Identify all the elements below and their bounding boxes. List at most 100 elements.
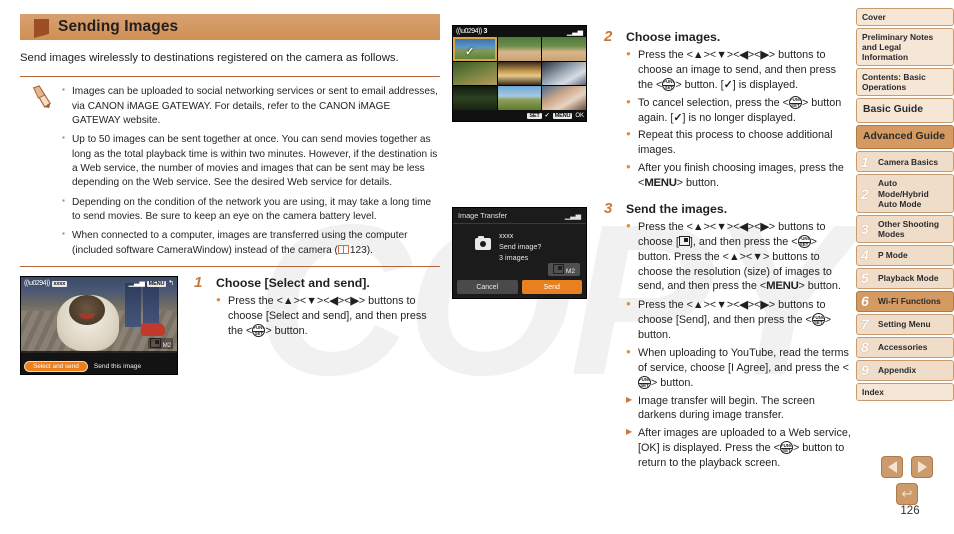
func-set-icon: FUNC SET: [797, 234, 811, 248]
sidebar-item-cover[interactable]: Cover: [856, 8, 954, 27]
sidebar-item-label: Setting Menu: [878, 319, 931, 330]
sidebar-item-wifi-functions[interactable]: 6 Wi-Fi Functions: [856, 290, 954, 312]
back-arrow-icon: ↰: [168, 280, 174, 288]
resolution-tag[interactable]: M2: [547, 263, 580, 276]
step-3-bullets: Press the <▲><▼><◀><▶> buttons to choose…: [626, 220, 852, 471]
step-3: 3 Send the images. Press the <▲><▼><◀><▶…: [602, 199, 852, 471]
cancel-button[interactable]: Cancel: [457, 280, 518, 294]
thumbnail-cell[interactable]: [497, 86, 542, 110]
select-and-send-screen[interactable]: ((\u0294)) xxxx ▁▃▅ MENU ↰ M2 Select and…: [20, 275, 178, 375]
dialog-buttons: Cancel Send: [457, 280, 582, 294]
sidebar-item-label: Other Shooting Modes: [878, 218, 939, 239]
sidebar-item-index[interactable]: Index: [856, 382, 954, 401]
sidebar-item-other-shooting-modes[interactable]: 3 Other Shooting Modes: [856, 214, 954, 243]
resize-icon: [149, 337, 161, 348]
sidebar-item-label: Index: [862, 386, 884, 397]
signal-bars-icon: ▁▃▅: [566, 28, 583, 36]
resize-icon: [678, 235, 690, 246]
sidebar-item-playback-mode[interactable]: 5 Playback Mode: [856, 267, 954, 289]
sidebar-item-auto-mode[interactable]: 2 Auto Mode/Hybrid Auto Mode: [856, 174, 954, 213]
next-page-button[interactable]: [911, 456, 933, 478]
sidebar-item-contents[interactable]: Contents: Basic Operations: [856, 68, 954, 97]
wifi-icon: ((\u0294)): [456, 28, 482, 35]
option-select-and-send[interactable]: Select and send: [24, 360, 88, 372]
note-item: Up to 50 images can be sent together at …: [62, 132, 440, 190]
sidebar-item-setting-menu[interactable]: 7 Setting Menu: [856, 313, 954, 335]
divider-bottom: [20, 265, 440, 267]
arrow-right-icon: [917, 461, 927, 473]
image-transfer-dialog-screen[interactable]: Image Transfer ▁▃▅ xxxx Send image? 3 im…: [452, 207, 587, 299]
ok-tag: OK: [575, 112, 584, 119]
bullet-item: Press the <▲><▼><◀><▶> buttons to choose…: [626, 48, 852, 93]
sidebar-item-preliminary-notes[interactable]: Preliminary Notes and Legal Information: [856, 28, 954, 67]
section-intro: Send images wirelessly to destinations r…: [20, 52, 399, 64]
sidebar-item-label: Wi-Fi Functions: [878, 296, 941, 307]
red-shoe: [141, 322, 165, 336]
arrow-left-icon: [887, 461, 897, 473]
sidebar-item-accessories[interactable]: 8 Accessories: [856, 336, 954, 358]
sidebar-item-label: Appendix: [878, 365, 917, 376]
resolution-value: M2: [565, 268, 575, 275]
step-2: 2 Choose images. Press the <▲><▼><◀><▶> …: [602, 28, 852, 192]
sidebar-item-label: Contents: Basic Operations: [862, 72, 926, 93]
step-title: Choose [Select and send].: [216, 275, 370, 290]
previous-page-button[interactable]: [881, 456, 903, 478]
dialog-title-bar: Image Transfer ▁▃▅: [453, 208, 586, 224]
sidebar-item-basic-guide[interactable]: Basic Guide: [856, 98, 954, 123]
send-button[interactable]: Send: [521, 280, 582, 294]
pencil-icon: [32, 85, 51, 109]
return-button[interactable]: ↩: [896, 483, 918, 505]
top-right-tags: ▁▃▅ MENU ↰: [129, 279, 174, 288]
return-arrow-icon: ↩: [901, 486, 913, 501]
step-title: Choose images.: [626, 30, 721, 44]
dog-face: [69, 294, 105, 325]
thumbnail-cell[interactable]: ✓: [453, 37, 497, 61]
dialog-count: 3 images: [499, 253, 529, 263]
sidebar-item-number: 1: [861, 153, 869, 170]
sidebar-item-label: Cover: [862, 12, 886, 22]
thumbnail-cell[interactable]: [453, 61, 497, 86]
step-title: Send the images.: [626, 201, 728, 216]
dialog-message: xxxx Send image? 3 images: [499, 230, 541, 263]
thumbnail-cell[interactable]: [542, 37, 586, 61]
thumbnail-cell[interactable]: [497, 37, 542, 61]
thumbnail-cell[interactable]: [497, 61, 542, 86]
signal-bars-icon: ▁▃▅: [564, 212, 581, 220]
bullet-item: Repeat this process to choose additional…: [626, 128, 852, 158]
option-send-this-image[interactable]: Send this image: [94, 363, 141, 370]
grid-bottom-bar: SET ✓ MENU OK: [453, 110, 586, 121]
step-1-row: ((\u0294)) xxxx ▁▃▅ MENU ↰ M2 Select and…: [20, 274, 440, 379]
func-set-icon: FUNC SET: [252, 323, 266, 337]
bullet-item: Press the <▲><▼><◀><▶> buttons to choose…: [626, 220, 852, 295]
check-icon: ✓: [544, 113, 550, 119]
image-selection-grid-screen[interactable]: ((\u0294)) 3 ▁▃▅ ✓ SET ✓ MENU OK: [452, 25, 587, 122]
bullet-item: After images are uploaded to a Web servi…: [626, 426, 852, 471]
func-set-icon: FUNC SET: [811, 313, 825, 327]
check-icon: ✓: [723, 78, 733, 91]
sidebar-item-appendix[interactable]: 9 Appendix: [856, 359, 954, 381]
page-reference-icon: [337, 244, 349, 254]
sidebar-item-camera-basics[interactable]: 1 Camera Basics: [856, 151, 954, 173]
step-number: 3: [604, 199, 613, 217]
sidebar-item-p-mode[interactable]: 4 P Mode: [856, 244, 954, 266]
sidebar-item-number: 5: [861, 270, 869, 287]
wifi-status: ((\u0294)) xxxx: [24, 280, 68, 287]
step-1-text: 1 Choose [Select and send]. Press the <▲…: [192, 274, 440, 342]
destination-name: xxxx: [499, 231, 514, 240]
sidebar-item-label: Advanced Guide: [863, 130, 945, 142]
note-page-ref: 123: [349, 244, 367, 256]
sidebar-item-label: Preliminary Notes and Legal Information: [862, 32, 934, 63]
sidebar-item-number: 9: [861, 362, 869, 379]
camera-icon: [475, 236, 491, 250]
thumbnail-cell[interactable]: [542, 86, 586, 110]
sidebar-item-label: Camera Basics: [878, 156, 939, 167]
check-icon: ✓: [465, 46, 475, 58]
wifi-nickname: xxxx: [51, 280, 68, 287]
thumbnail-cell[interactable]: [542, 61, 586, 86]
thumbnail-cell[interactable]: [453, 86, 497, 110]
sidebar-item-advanced-guide[interactable]: Advanced Guide: [856, 124, 954, 150]
func-set-icon: FUNC SET: [779, 441, 793, 455]
screen-top-bar: ((\u0294)) xxxx ▁▃▅ MENU ↰: [21, 277, 177, 290]
set-tag: SET: [527, 112, 542, 119]
sidebar-navigation: Cover Preliminary Notes and Legal Inform…: [856, 8, 954, 403]
